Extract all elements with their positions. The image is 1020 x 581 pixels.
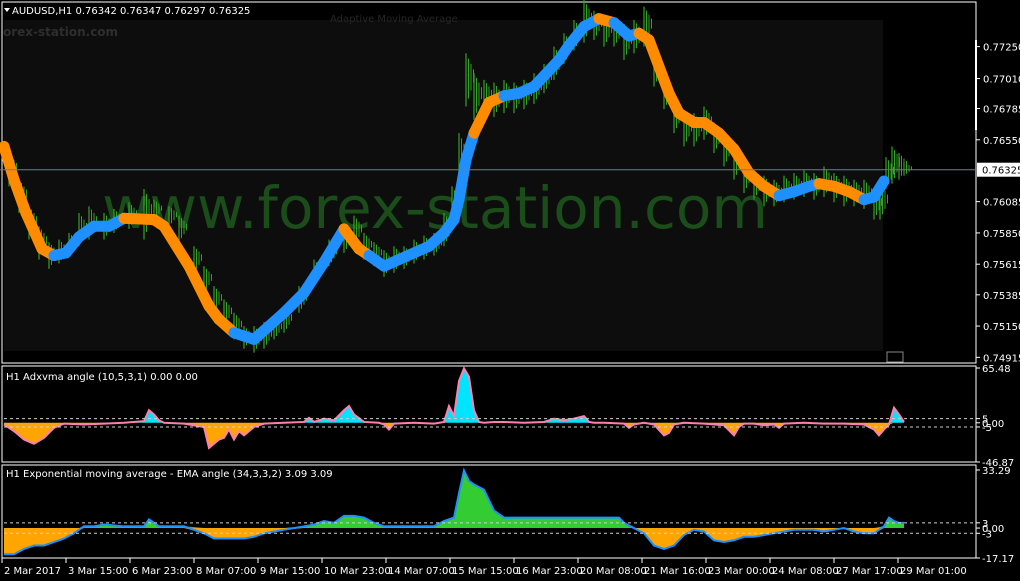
osc-tick-label: -17.17 bbox=[982, 554, 1014, 565]
time-tick-label: 6 Mar 23:00 bbox=[132, 566, 192, 577]
time-tick-label: 16 Mar 23:00 bbox=[516, 566, 583, 577]
time-tick-label: 10 Mar 23:00 bbox=[324, 566, 391, 577]
time-tick-label: 24 Mar 08:00 bbox=[772, 566, 839, 577]
time-tick-label: 20 Mar 08:00 bbox=[580, 566, 647, 577]
ghost-title: Adaptive Moving Average bbox=[330, 14, 458, 25]
time-tick-label: 23 Mar 00:00 bbox=[708, 566, 775, 577]
price-tick-label: 0.77010 bbox=[983, 75, 1020, 86]
time-tick-label: 14 Mar 07:00 bbox=[388, 566, 455, 577]
osc-tick-label: 33.29 bbox=[982, 466, 1011, 477]
price-tick-label: 0.75385 bbox=[983, 291, 1020, 302]
main-price-panel[interactable]: Adaptive Moving Average orex-station.com… bbox=[0, 0, 1020, 364]
chart-window: Adaptive Moving Average orex-station.com… bbox=[0, 0, 1020, 581]
price-tick-label: 0.76550 bbox=[983, 136, 1020, 147]
time-tick-label: 15 Mar 15:00 bbox=[452, 566, 519, 577]
osc-tick-label: 65.48 bbox=[982, 364, 1011, 375]
adxvma-header: H1 Adxvma angle (10,5,3,1) 0.00 0.00 bbox=[6, 372, 198, 383]
price-tick-label: 0.76085 bbox=[983, 198, 1020, 209]
time-tick-label: 27 Mar 17:00 bbox=[836, 566, 903, 577]
osc-tick-label: -3 bbox=[982, 529, 992, 540]
symbol-header: AUDUSD,H1 0.76342 0.76347 0.76297 0.7632… bbox=[12, 6, 250, 17]
ma-segment bbox=[453, 154, 472, 206]
time-tick-label: 2 Mar 2017 bbox=[4, 566, 61, 577]
time-tick-label: 8 Mar 07:00 bbox=[196, 566, 256, 577]
price-tick-label: 0.76785 bbox=[983, 104, 1020, 115]
time-tick-label: 29 Mar 01:00 bbox=[900, 566, 967, 577]
price-tick-label: 0.75150 bbox=[983, 322, 1020, 333]
current-price-label: 0.76325 bbox=[982, 166, 1020, 177]
watermark-text: www.forex-station.com bbox=[102, 174, 768, 242]
time-tick-label: 21 Mar 16:00 bbox=[644, 566, 711, 577]
price-tick-label: 0.77250 bbox=[983, 43, 1020, 54]
price-tick-label: 0.75850 bbox=[983, 229, 1020, 240]
time-tick-label: 3 Mar 15:00 bbox=[68, 566, 128, 577]
time-tick-label: 9 Mar 15:00 bbox=[260, 566, 320, 577]
price-tick-label: 0.74915 bbox=[983, 353, 1020, 364]
corner-watermark: orex-station.com bbox=[3, 25, 118, 39]
osc-tick-label: -5 bbox=[982, 423, 992, 434]
price-tick-label: 0.75615 bbox=[983, 260, 1020, 271]
ema-header: H1 Exponential moving average - EMA angl… bbox=[6, 469, 333, 480]
